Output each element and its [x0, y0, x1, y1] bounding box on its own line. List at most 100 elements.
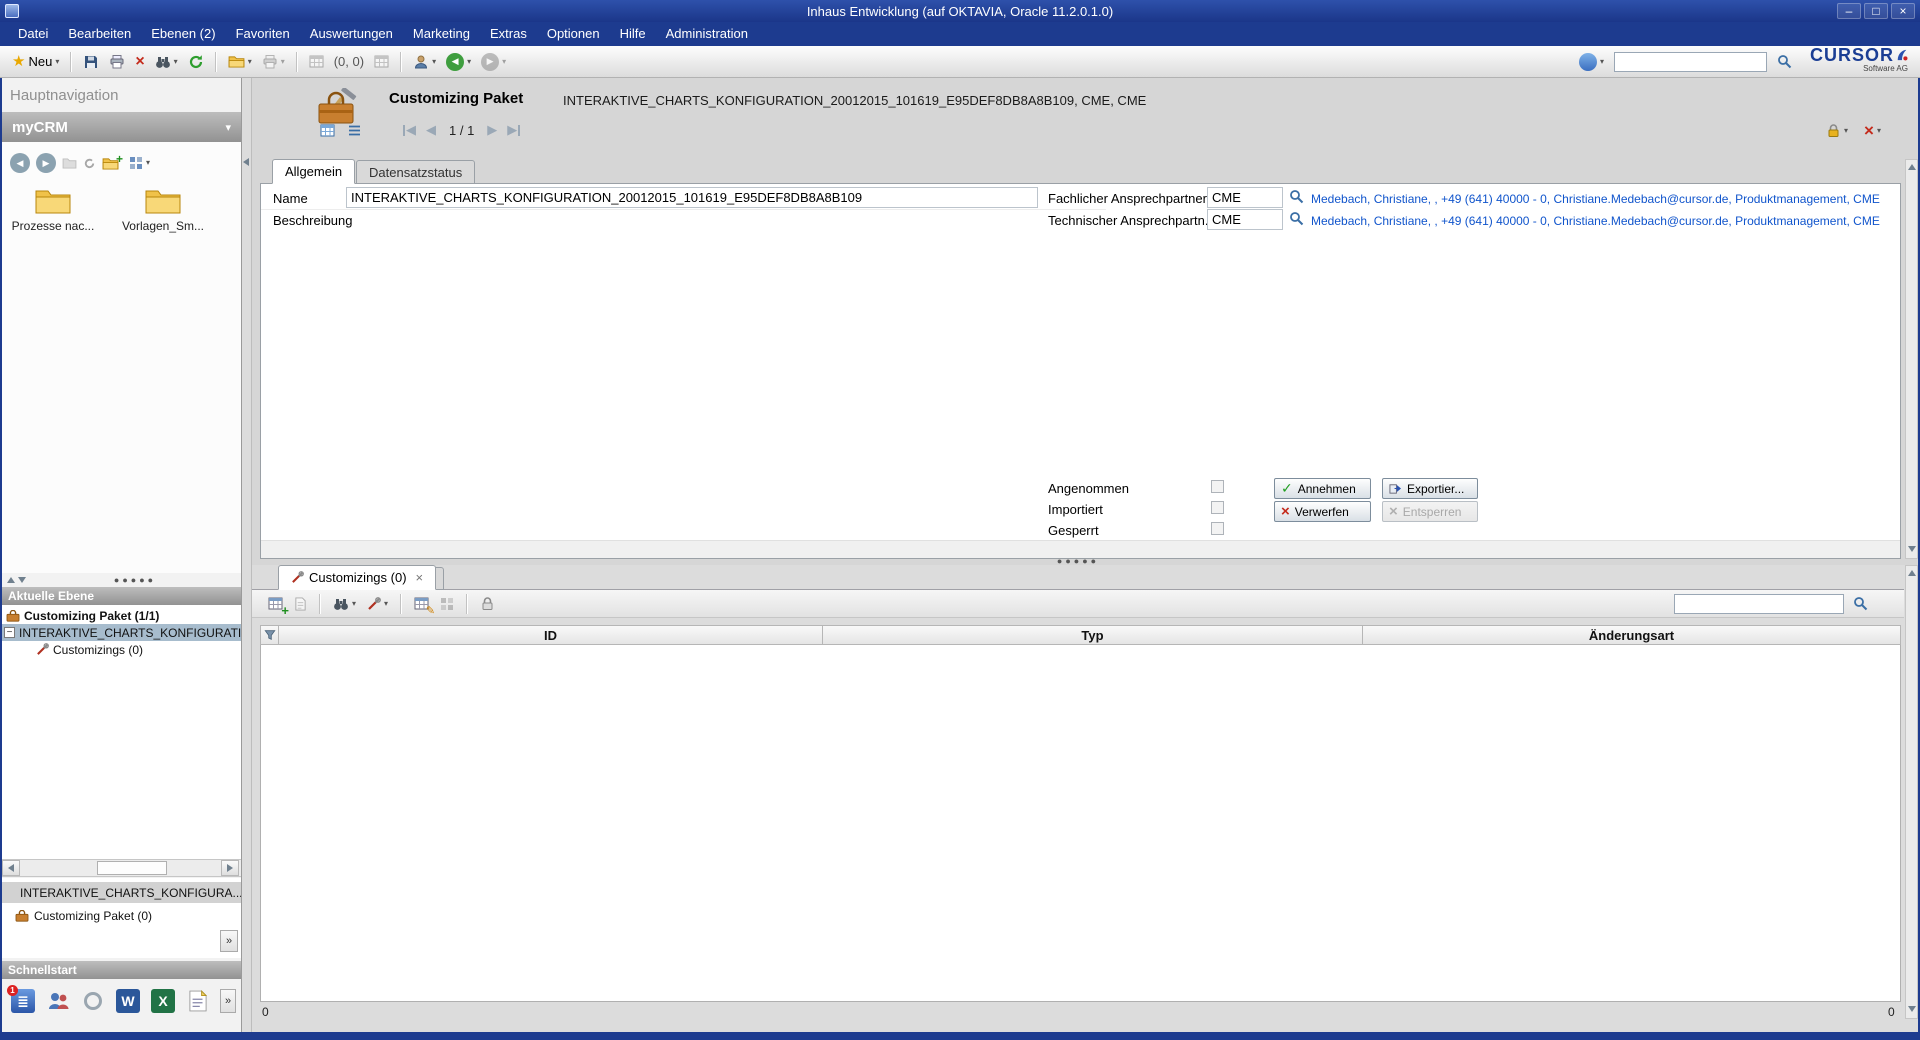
sidebar-main-splitter[interactable]: [242, 78, 252, 1032]
nav-up-button[interactable]: [62, 158, 77, 169]
gesperrt-checkbox[interactable]: [1211, 522, 1224, 535]
entsperren-button[interactable]: × Entsperren: [1382, 501, 1478, 522]
subtable-actions-button[interactable]: ▾: [363, 594, 392, 614]
contact-person-button[interactable]: ▾: [409, 51, 440, 73]
subtable-vscrollbar[interactable]: [1905, 565, 1918, 1019]
close-tab-icon[interactable]: ×: [416, 570, 424, 585]
menu-datei[interactable]: Datei: [8, 22, 58, 46]
mycrm-header[interactable]: myCRM ▾: [2, 112, 241, 142]
lock-record-button[interactable]: ▾: [1822, 120, 1852, 141]
quickstart-contacts-button[interactable]: [45, 988, 71, 1014]
close-mask-button[interactable]: × ▾: [1860, 120, 1885, 141]
menu-hilfe[interactable]: Hilfe: [610, 22, 656, 46]
tree-item-customizings[interactable]: Customizings (0): [2, 641, 241, 658]
tree-item-customizing-paket[interactable]: Customizing Paket (1/1): [2, 607, 241, 624]
list-view-button[interactable]: [343, 120, 366, 141]
subtable-search-button[interactable]: ▾: [329, 593, 360, 615]
menu-optionen[interactable]: Optionen: [537, 22, 610, 46]
refresh-button[interactable]: [184, 51, 208, 73]
subtable-lock-button[interactable]: [476, 593, 499, 614]
angenommen-checkbox[interactable]: [1211, 480, 1224, 493]
history-item-interaktive-charts[interactable]: INTERAKTIVE_CHARTS_KONFIGURA...: [2, 882, 241, 903]
tab-allgemein[interactable]: Allgemein: [272, 159, 355, 184]
open-folder-button[interactable]: ▾: [224, 52, 256, 71]
subtable-filter-input[interactable]: [1674, 594, 1844, 614]
column-header-id[interactable]: ID: [279, 625, 823, 645]
technischer-ansprechpartner-link[interactable]: Medebach, Christiane, , +49 (641) 40000 …: [1311, 214, 1896, 228]
form-vscrollbar[interactable]: [1905, 159, 1918, 559]
scroll-up-icon[interactable]: [1908, 164, 1916, 170]
verwerfen-button[interactable]: × Verwerfen: [1274, 501, 1371, 522]
print-preview-button[interactable]: ▾: [258, 51, 289, 73]
technischer-lookup-button[interactable]: [1289, 211, 1304, 226]
fachlicher-lookup-button[interactable]: [1289, 189, 1304, 204]
search-button[interactable]: ▾: [151, 51, 182, 73]
schnellstart-expand-button[interactable]: »: [220, 989, 236, 1013]
first-record-button[interactable]: ◀: [400, 121, 419, 139]
quickstart-excel-button[interactable]: X: [150, 988, 176, 1014]
history-expand-button[interactable]: »: [220, 930, 238, 952]
menu-marketing[interactable]: Marketing: [403, 22, 480, 46]
exportieren-button[interactable]: Exportier...: [1382, 478, 1478, 499]
edit-table-button[interactable]: ✎: [410, 593, 433, 614]
minimize-button[interactable]: –: [1837, 3, 1861, 19]
add-record-button[interactable]: +: [264, 593, 287, 614]
view-mode-button[interactable]: ▾: [125, 153, 154, 173]
view-config-button[interactable]: [436, 594, 458, 614]
table-body[interactable]: [260, 645, 1901, 1002]
menu-bearbeiten[interactable]: Bearbeiten: [58, 22, 141, 46]
menu-favoriten[interactable]: Favoriten: [226, 22, 300, 46]
tree-item-interaktive-charts[interactable]: − INTERAKTIVE_CHARTS_KONFIGURATION_: [2, 624, 241, 641]
scroll-up-icon[interactable]: [1908, 570, 1916, 576]
prev-record-button[interactable]: ◀: [423, 121, 439, 139]
importiert-checkbox[interactable]: [1211, 501, 1224, 514]
column-header-aenderungsart[interactable]: Änderungsart: [1363, 625, 1901, 645]
menu-ebenen[interactable]: Ebenen (2): [141, 22, 225, 46]
quickstart-info-button[interactable]: [80, 988, 106, 1014]
fachlicher-ansprechpartner-input[interactable]: [1207, 187, 1283, 208]
annehmen-button[interactable]: ✓ Annehmen: [1274, 478, 1371, 499]
save-button[interactable]: [79, 51, 103, 73]
nav-forward-button[interactable]: ▶: [36, 153, 56, 173]
folder-item-vorlagen[interactable]: Vorlagen_Sm...: [118, 186, 208, 233]
last-record-button[interactable]: ▶: [504, 121, 523, 139]
scroll-thumb[interactable]: [97, 861, 167, 875]
history-item-customizing-paket[interactable]: Customizing Paket (0): [2, 905, 241, 926]
scroll-down-icon[interactable]: [1908, 1006, 1916, 1012]
open-record-button[interactable]: [290, 594, 311, 614]
print-button[interactable]: [105, 51, 129, 73]
quickstart-word-button[interactable]: W: [115, 988, 141, 1014]
name-input[interactable]: [346, 187, 1038, 208]
menu-auswertungen[interactable]: Auswertungen: [300, 22, 403, 46]
maximize-button[interactable]: □: [1864, 3, 1888, 19]
navigate-back-button[interactable]: ◀ ▾: [442, 50, 475, 74]
menu-extras[interactable]: Extras: [480, 22, 537, 46]
selection-grid-button-2[interactable]: [370, 51, 393, 72]
technischer-ansprechpartner-input[interactable]: [1207, 209, 1283, 230]
column-header-typ[interactable]: Typ: [823, 625, 1363, 645]
nav-refresh-button[interactable]: [83, 157, 96, 170]
next-record-button[interactable]: ▶: [484, 121, 500, 139]
scroll-left-button[interactable]: [2, 860, 20, 876]
tab-customizings[interactable]: Customizings (0) ×: [278, 565, 436, 590]
quick-search-scope-button[interactable]: ▾: [1575, 50, 1608, 74]
tree-collapse-box[interactable]: −: [4, 627, 15, 638]
quick-search-input[interactable]: [1614, 52, 1767, 72]
scroll-right-button[interactable]: [221, 860, 239, 876]
selection-grid-button[interactable]: [305, 51, 328, 72]
subtable-filter-go-button[interactable]: [1849, 593, 1872, 614]
nav-back-button[interactable]: ◀: [10, 153, 30, 173]
quick-search-go-button[interactable]: [1773, 51, 1796, 72]
delete-button[interactable]: ×: [131, 52, 148, 72]
new-button[interactable]: ★ Neu ▾: [8, 51, 63, 72]
tab-datensatzstatus[interactable]: Datensatzstatus: [356, 160, 475, 184]
menu-administration[interactable]: Administration: [656, 22, 758, 46]
new-folder-button[interactable]: +: [102, 157, 119, 170]
splitter-collapse-icon[interactable]: [243, 158, 249, 166]
mycrm-collapse-icon[interactable]: ▾: [225, 121, 231, 134]
close-window-button[interactable]: ×: [1891, 3, 1915, 19]
navigate-forward-button[interactable]: ▶ ▾: [477, 50, 510, 74]
fachlicher-ansprechpartner-link[interactable]: Medebach, Christiane, , +49 (641) 40000 …: [1311, 192, 1896, 206]
dataset-view-button[interactable]: [316, 120, 339, 141]
quickstart-notes-button[interactable]: [185, 988, 211, 1014]
